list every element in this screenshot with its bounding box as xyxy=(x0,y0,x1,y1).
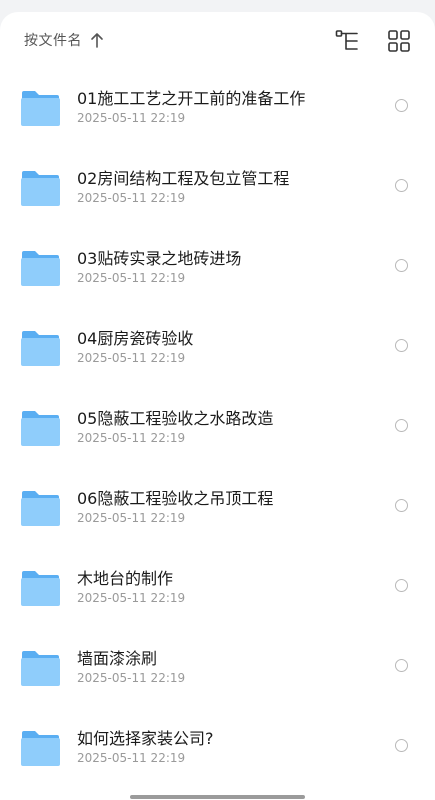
folder-icon xyxy=(21,251,60,286)
item-name: 05隐蔽工程验收之水路改造 xyxy=(77,409,274,428)
select-radio[interactable] xyxy=(395,339,408,352)
list-item[interactable]: 木地台的制作 2025-05-11 22:19 xyxy=(0,547,435,627)
item-name: 02房间结构工程及包立管工程 xyxy=(77,169,290,188)
tree-view-icon[interactable] xyxy=(334,28,360,54)
list-item[interactable]: 02房间结构工程及包立管工程 2025-05-11 22:19 xyxy=(0,147,435,227)
item-date: 2025-05-11 22:19 xyxy=(77,671,186,685)
list-item[interactable]: 05隐蔽工程验收之水路改造 2025-05-11 22:19 xyxy=(0,387,435,467)
select-radio[interactable] xyxy=(395,179,408,192)
folder-icon xyxy=(21,91,60,126)
item-name: 木地台的制作 xyxy=(77,569,174,588)
item-name: 06隐蔽工程验收之吊顶工程 xyxy=(77,489,274,508)
select-radio[interactable] xyxy=(395,419,408,432)
item-date: 2025-05-11 22:19 xyxy=(77,511,186,525)
sort-label: 按文件名 xyxy=(24,33,82,49)
select-radio[interactable] xyxy=(395,739,408,752)
arrow-up-icon xyxy=(91,33,103,48)
select-radio[interactable] xyxy=(395,499,408,512)
list-item[interactable]: 如何选择家装公司? 2025-05-11 22:19 xyxy=(0,707,435,787)
item-date: 2025-05-11 22:19 xyxy=(77,271,186,285)
folder-icon xyxy=(21,651,60,686)
select-radio[interactable] xyxy=(395,579,408,592)
folder-icon xyxy=(21,571,60,606)
list-item[interactable]: 04厨房瓷砖验收 2025-05-11 22:19 xyxy=(0,307,435,387)
select-radio[interactable] xyxy=(395,99,408,112)
list-item[interactable]: 01施工工艺之开工前的准备工作 2025-05-11 22:19 xyxy=(0,67,435,147)
folder-icon xyxy=(21,411,60,446)
sort-by-name-button[interactable]: 按文件名 xyxy=(24,29,104,51)
item-date: 2025-05-11 22:19 xyxy=(77,431,186,445)
home-indicator[interactable] xyxy=(130,795,305,799)
toolbar: 按文件名 xyxy=(0,12,435,67)
item-name: 01施工工艺之开工前的准备工作 xyxy=(77,89,306,108)
item-name: 03贴砖实录之地砖进场 xyxy=(77,249,242,268)
item-date: 2025-05-11 22:19 xyxy=(77,111,186,125)
folder-icon xyxy=(21,731,60,766)
folder-icon xyxy=(21,171,60,206)
grid-view-icon[interactable] xyxy=(386,28,412,54)
list-item[interactable]: 06隐蔽工程验收之吊顶工程 2025-05-11 22:19 xyxy=(0,467,435,547)
item-date: 2025-05-11 22:19 xyxy=(77,751,186,765)
item-date: 2025-05-11 22:19 xyxy=(77,591,186,605)
item-date: 2025-05-11 22:19 xyxy=(77,191,186,205)
file-list: 01施工工艺之开工前的准备工作 2025-05-11 22:19 02房间结构工… xyxy=(0,67,435,787)
folder-icon xyxy=(21,331,60,366)
file-browser-sheet: 按文件名 01施工工艺之开工前的准备工作 2025-05-11 22:19 02… xyxy=(0,12,435,800)
list-item[interactable]: 03贴砖实录之地砖进场 2025-05-11 22:19 xyxy=(0,227,435,307)
select-radio[interactable] xyxy=(395,659,408,672)
item-date: 2025-05-11 22:19 xyxy=(77,351,186,365)
list-item[interactable]: 墙面漆涂刷 2025-05-11 22:19 xyxy=(0,627,435,707)
item-name: 04厨房瓷砖验收 xyxy=(77,329,194,348)
item-name: 如何选择家装公司? xyxy=(77,729,214,748)
select-radio[interactable] xyxy=(395,259,408,272)
folder-icon xyxy=(21,491,60,526)
item-name: 墙面漆涂刷 xyxy=(77,649,158,668)
